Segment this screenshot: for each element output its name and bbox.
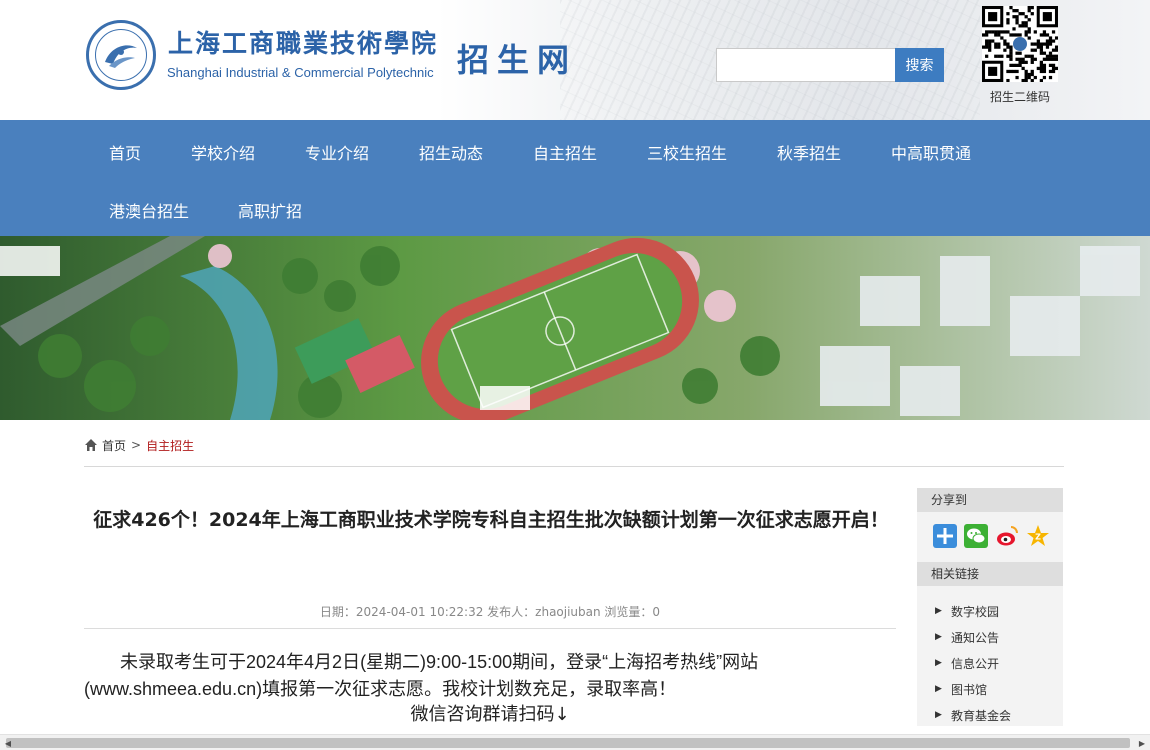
related-link-label: 数字校园 xyxy=(951,604,1000,619)
qr-code-icon xyxy=(982,6,1059,83)
sidebar: 分享到 Z 相关链接 ▶ 数字校园 ▶ 通知公告 ▶ 信息公开 ▶ 图书馆 ▶ 教育基金会 xyxy=(917,488,1063,726)
related-link-info-disclosure[interactable]: ▶ 信息公开 xyxy=(935,650,1011,676)
share-heading: 分享到 xyxy=(917,488,1063,512)
nav-item-hk-macao-taiwan[interactable]: 港澳台招生 xyxy=(109,198,189,222)
breadcrumb-home-link[interactable]: 首页 xyxy=(102,437,126,454)
main-nav: 首页 学校介绍 专业介绍 招生动态 自主招生 三校生招生 秋季招生 中高职贯通 … xyxy=(0,120,1150,236)
breadcrumb-separator: > xyxy=(131,438,142,452)
article-meta: 日期：2024-04-01 10:22:32 发布人：zhaojiuban 浏览… xyxy=(319,605,661,619)
related-link-notices[interactable]: ▶ 通知公告 xyxy=(935,624,1011,650)
nav-item-independent-admission[interactable]: 自主招生 xyxy=(533,140,597,164)
campus-aerial-illustration xyxy=(0,236,1150,420)
site-name: 招生网 xyxy=(457,41,578,79)
breadcrumb: 首页 > 自主招生 xyxy=(84,436,194,454)
article-title: 征求426个！2024年上海工商职业技术学院专科自主招生批次缺额计划第一次征求志… xyxy=(93,509,889,531)
related-links-list: ▶ 数字校园 ▶ 通知公告 ▶ 信息公开 ▶ 图书馆 ▶ 教育基金会 xyxy=(935,598,1011,728)
related-link-label: 图书馆 xyxy=(951,682,988,697)
related-link-education-foundation[interactable]: ▶ 教育基金会 xyxy=(935,702,1011,728)
scroll-left-arrow-icon[interactable]: ◀ xyxy=(0,735,16,750)
bullet-arrow-icon: ▶ xyxy=(935,710,942,720)
horizontal-scrollbar[interactable]: ◀ ▶ xyxy=(0,734,1150,750)
breadcrumb-divider xyxy=(84,466,1064,467)
article-paragraph: 未录取考生可于2024年4月2日(星期二)9:00-15:00期间，登录“上海招… xyxy=(84,652,759,699)
scrollbar-thumb[interactable] xyxy=(6,738,1130,748)
related-link-library[interactable]: ▶ 图书馆 xyxy=(935,676,1011,702)
bullet-arrow-icon: ▶ xyxy=(935,684,942,694)
svg-text:Z: Z xyxy=(1035,533,1041,542)
nav-item-secondary-higher-vocational[interactable]: 中高职贯通 xyxy=(891,140,971,164)
nav-item-vocational-expansion[interactable]: 高职扩招 xyxy=(238,198,302,222)
related-link-digital-campus[interactable]: ▶ 数字校园 xyxy=(935,598,1011,624)
admission-qr-code xyxy=(982,6,1059,83)
school-name-cn: 上海工商職業技術學院 xyxy=(168,29,439,58)
nav-item-autumn-admission[interactable]: 秋季招生 xyxy=(777,140,841,164)
home-icon xyxy=(85,439,97,451)
qzone-icon[interactable]: Z xyxy=(1026,524,1050,548)
school-logo-seal[interactable] xyxy=(86,20,156,90)
nav-item-school-intro[interactable]: 学校介绍 xyxy=(191,140,255,164)
logo-swoosh-icon xyxy=(105,45,137,68)
article-divider xyxy=(84,628,896,629)
search-input[interactable] xyxy=(716,48,896,82)
nav-item-home[interactable]: 首页 xyxy=(109,140,141,164)
nav-item-admission-news[interactable]: 招生动态 xyxy=(419,140,483,164)
related-link-label: 通知公告 xyxy=(951,630,1000,645)
plus-share-icon[interactable] xyxy=(933,524,957,548)
school-name-en: Shanghai Industrial & Commercial Polytec… xyxy=(167,65,434,80)
wechat-icon[interactable] xyxy=(964,524,988,548)
bullet-arrow-icon: ▶ xyxy=(935,606,942,616)
weibo-icon[interactable] xyxy=(995,524,1019,548)
share-icon-row: Z xyxy=(933,524,1050,548)
logo-inner-ring xyxy=(95,29,147,81)
related-link-label: 教育基金会 xyxy=(951,708,1012,723)
campus-banner-image xyxy=(0,236,1150,420)
related-link-label: 信息公开 xyxy=(951,656,1000,671)
search-button[interactable]: 搜索 xyxy=(895,48,944,82)
qr-caption: 招生二维码 xyxy=(989,90,1050,104)
nav-item-majors[interactable]: 专业介绍 xyxy=(305,140,369,164)
related-links-heading: 相关链接 xyxy=(917,562,1063,586)
bullet-arrow-icon: ▶ xyxy=(935,658,942,668)
site-header: 上海工商職業技術學院 Shanghai Industrial & Commerc… xyxy=(0,0,1150,120)
scroll-right-arrow-icon[interactable]: ▶ xyxy=(1134,735,1150,750)
nav-item-three-school-admission[interactable]: 三校生招生 xyxy=(647,140,727,164)
article-paragraph-scan-prompt: 微信咨询群请扫码↓ xyxy=(410,704,570,725)
breadcrumb-current-link[interactable]: 自主招生 xyxy=(146,437,194,454)
bullet-arrow-icon: ▶ xyxy=(935,632,942,642)
